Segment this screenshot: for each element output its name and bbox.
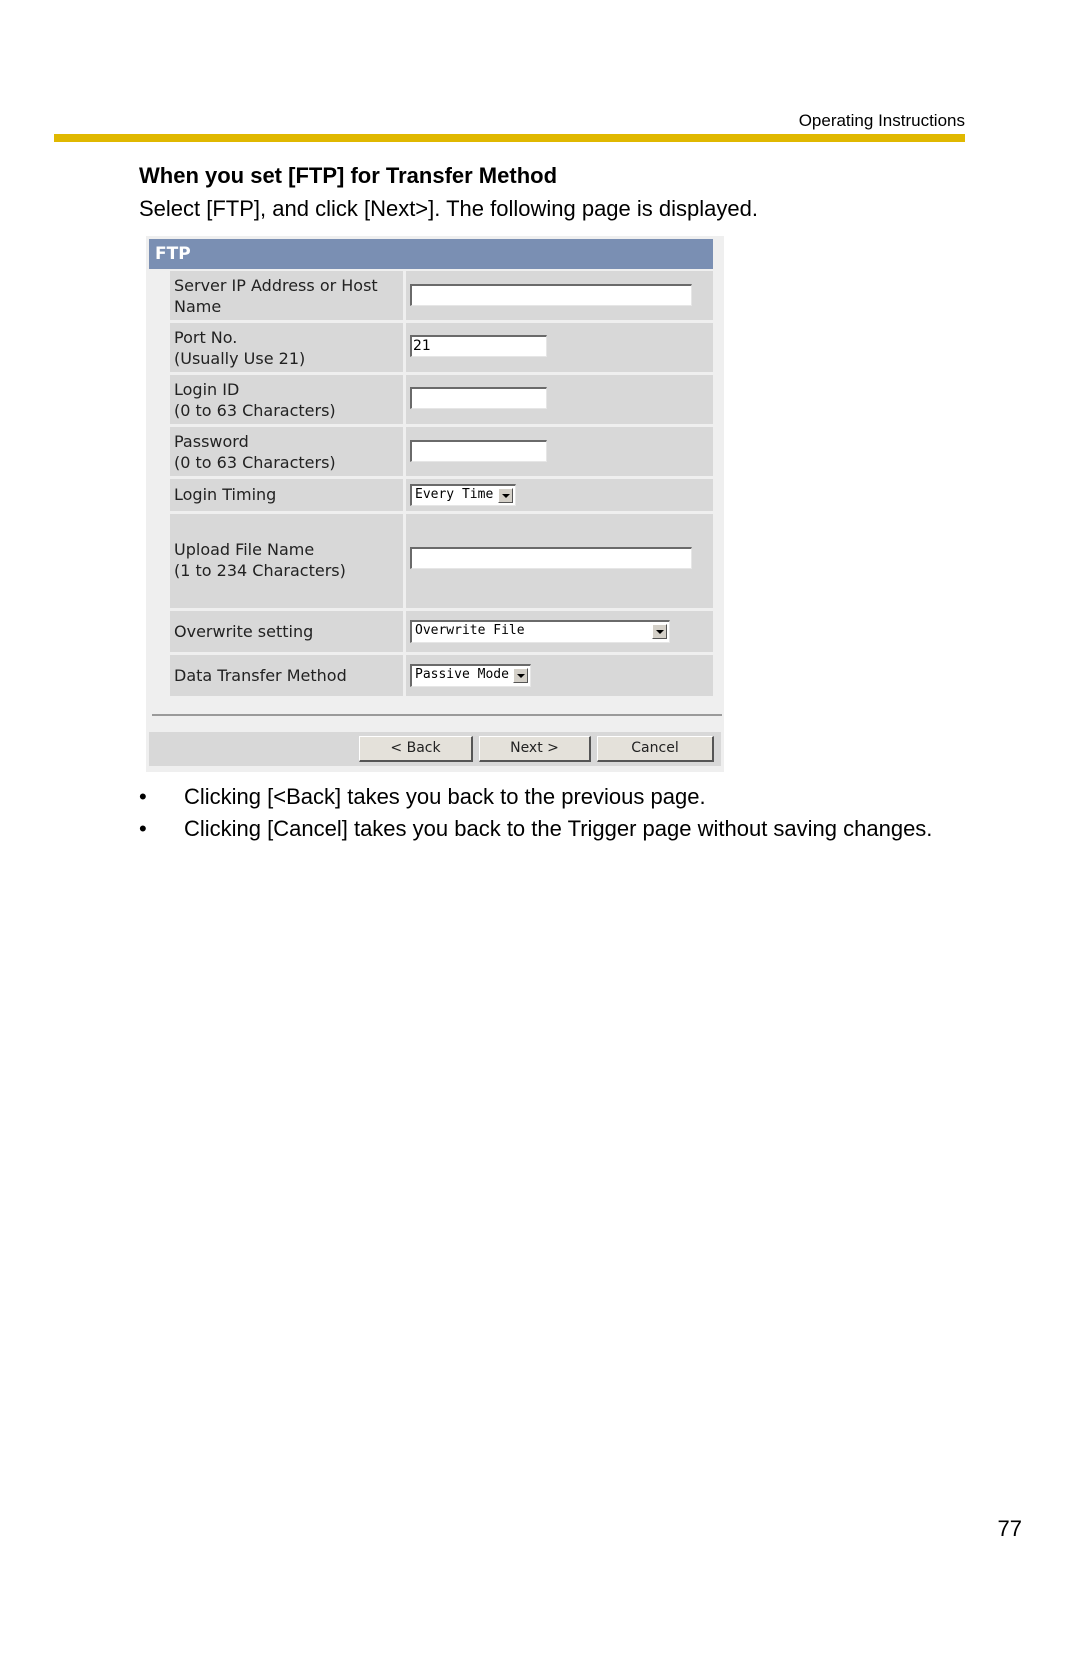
field-row-password: Password (0 to 63 Characters): [170, 427, 713, 476]
field-label: Upload File Name (1 to 234 Characters): [174, 540, 346, 580]
field-row-server: Server IP Address or Host Name: [170, 271, 713, 320]
login-timing-select[interactable]: Every Time: [410, 484, 516, 506]
ftp-settings-screenshot: FTP Server IP Address or Host Name Port …: [146, 236, 724, 772]
bullet-icon: •: [139, 816, 147, 841]
login-id-input[interactable]: [410, 387, 547, 409]
header-rule: [54, 134, 965, 142]
upload-file-name-input[interactable]: [410, 547, 692, 569]
field-label: Port No. (Usually Use 21): [174, 328, 306, 368]
field-row-port: Port No. (Usually Use 21) 21: [170, 323, 713, 372]
field-label: Data Transfer Method: [174, 666, 347, 685]
button-bar: < Back Next > Cancel: [149, 732, 721, 766]
data-transfer-method-select[interactable]: Passive Mode: [410, 664, 531, 687]
cancel-button[interactable]: Cancel: [597, 736, 714, 762]
field-label: Server IP Address or Host Name: [174, 276, 378, 316]
next-button[interactable]: Next >: [479, 736, 591, 762]
section-title: When you set [FTP] for Transfer Method: [139, 163, 558, 188]
overwrite-setting-select[interactable]: Overwrite File: [410, 620, 670, 643]
field-row-overwrite: Overwrite setting Overwrite File: [170, 611, 713, 652]
password-input[interactable]: [410, 440, 547, 462]
field-label: Login Timing: [174, 485, 277, 504]
field-row-upload-file-name: Upload File Name (1 to 234 Characters): [170, 514, 713, 608]
field-row-login-timing: Login Timing Every Time: [170, 479, 713, 511]
field-label: Login ID (0 to 63 Characters): [174, 380, 336, 420]
back-button[interactable]: < Back: [359, 736, 473, 762]
ftp-panel-title: FTP: [149, 239, 713, 269]
form-divider: [152, 714, 722, 716]
chevron-down-icon[interactable]: [498, 488, 513, 503]
port-input[interactable]: 21: [410, 335, 547, 357]
chevron-down-icon[interactable]: [513, 668, 528, 683]
field-row-data-transfer-method: Data Transfer Method Passive Mode: [170, 655, 713, 696]
field-label: Overwrite setting: [174, 622, 314, 641]
intro-text: Select [FTP], and click [Next>]. The fol…: [139, 196, 758, 221]
field-row-login-id: Login ID (0 to 63 Characters): [170, 375, 713, 424]
field-label: Password (0 to 63 Characters): [174, 432, 336, 472]
list-item: • Clicking [<Back] takes you back to the…: [139, 784, 706, 809]
running-header: Operating Instructions: [798, 111, 965, 130]
list-item: • Clicking [Cancel] takes you back to th…: [139, 816, 933, 841]
server-address-input[interactable]: [410, 284, 692, 306]
bullet-icon: •: [139, 784, 147, 809]
page-number: 77: [997, 1516, 1022, 1541]
notes-list: • Clicking [<Back] takes you back to the…: [139, 783, 939, 847]
chevron-down-icon[interactable]: [652, 624, 667, 639]
